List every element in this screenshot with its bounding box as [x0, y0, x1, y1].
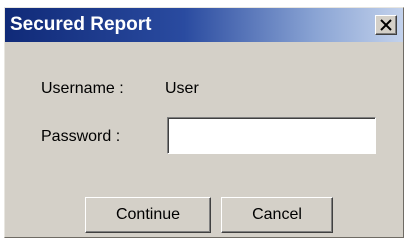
title-bar[interactable]: Secured Report — [5, 8, 403, 42]
password-label: Password : — [41, 128, 121, 145]
secured-report-dialog: Secured Report Username : User Password … — [4, 7, 404, 238]
password-field[interactable] — [167, 117, 376, 154]
cancel-button[interactable]: Cancel — [221, 197, 333, 233]
close-icon — [380, 19, 392, 31]
continue-button[interactable]: Continue — [85, 197, 211, 233]
close-button[interactable] — [375, 15, 397, 35]
username-label: Username : — [41, 80, 124, 97]
window-title: Secured Report — [10, 14, 152, 35]
username-value: User — [165, 80, 199, 97]
